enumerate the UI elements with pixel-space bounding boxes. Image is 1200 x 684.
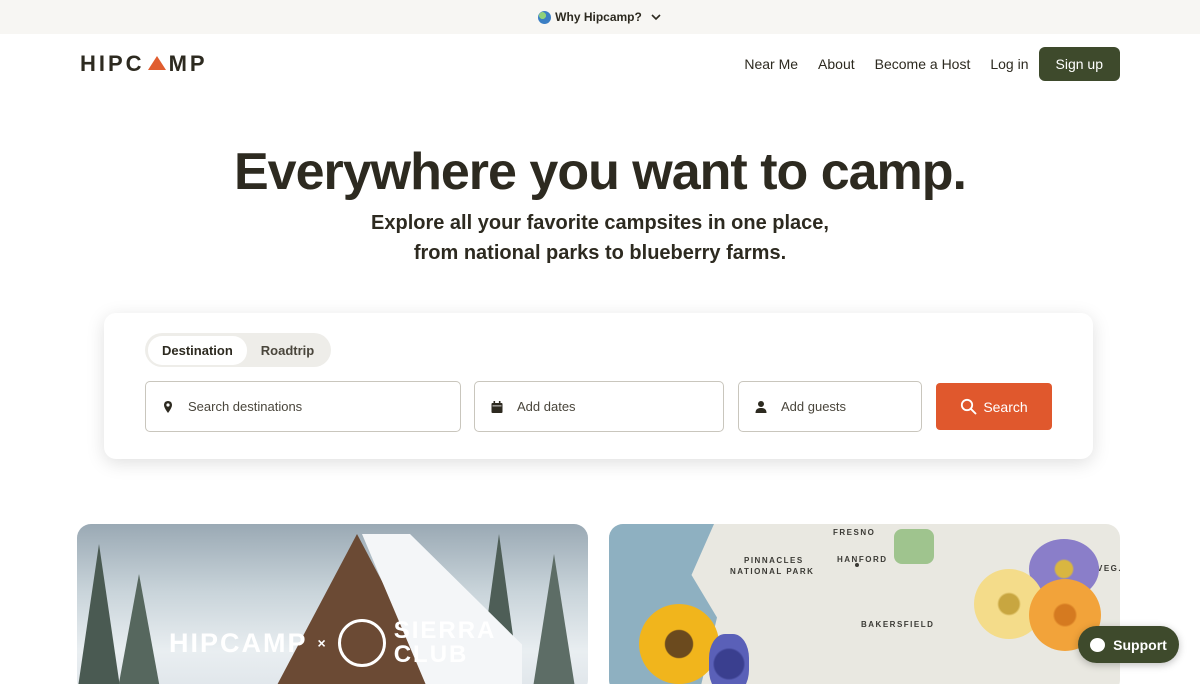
- pine-tree-graphic: [77, 544, 121, 684]
- search-button-label: Search: [983, 398, 1028, 415]
- map-label-veg: VEG.: [1097, 564, 1120, 573]
- promo-sierra-line: SIERRA: [393, 617, 497, 644]
- map-label-national-park: NATIONAL PARK: [730, 567, 815, 576]
- map-label-pinnacles: PINNACLES: [744, 556, 804, 565]
- banner-text: Why Hipcamp?: [555, 10, 642, 24]
- hero-subtitle-line-1: Explore all your favorite campsites in o…: [371, 212, 829, 234]
- chevron-down-icon: [651, 14, 661, 21]
- support-chat-button[interactable]: Support: [1078, 626, 1179, 663]
- map-pin-icon: [164, 400, 172, 413]
- promo-branding: HIPCAMP × SIERRA CLUB: [169, 619, 496, 667]
- logo-text-start: HIPC: [80, 51, 145, 76]
- promo-hipcamp-wordmark: HIPCAMP: [169, 627, 308, 658]
- search-mode-tabs: Destination Roadtrip: [145, 333, 332, 367]
- why-hipcamp-banner[interactable]: Why Hipcamp?: [0, 0, 1200, 34]
- site-header: HIPC MP Near Me About Become a Host Log i…: [0, 34, 1200, 94]
- wildflower-map-promo-card[interactable]: FRESNO PINNACLES NATIONAL PARK HANFORD B…: [609, 524, 1120, 684]
- promo-x-separator: ×: [317, 635, 328, 651]
- nav-become-host[interactable]: Become a Host: [875, 56, 971, 72]
- guests-placeholder: Add guests: [781, 399, 847, 414]
- hero-title: Everywhere you want to camp.: [233, 143, 967, 201]
- nav-near-me[interactable]: Near Me: [744, 56, 798, 72]
- search-button[interactable]: Search: [936, 383, 1052, 430]
- support-label: Support: [1113, 636, 1167, 653]
- yellow-flower-image: [639, 604, 719, 684]
- hero-subtitle: Explore all your favorite campsites in o…: [0, 208, 1200, 268]
- sign-up-button[interactable]: Sign up: [1038, 47, 1120, 81]
- pine-tree-graphic: [532, 554, 576, 684]
- destination-input[interactable]: Search destinations: [145, 381, 461, 432]
- guests-input[interactable]: Add guests: [738, 381, 922, 432]
- pine-tree-graphic: [117, 574, 161, 684]
- calendar-icon: [491, 400, 503, 413]
- nav-about[interactable]: About: [818, 56, 855, 72]
- tab-roadtrip[interactable]: Roadtrip: [247, 336, 328, 365]
- sierra-club-promo-card[interactable]: HIPCAMP × SIERRA CLUB: [77, 524, 588, 684]
- globe-icon: [538, 10, 552, 24]
- map-label-bakersfield: BAKERSFIELD: [861, 620, 935, 629]
- destination-placeholder: Search destinations: [188, 399, 303, 414]
- promo-club-line: CLUB: [393, 641, 469, 668]
- dates-placeholder: Add dates: [517, 399, 576, 414]
- person-icon: [755, 400, 767, 413]
- hipcamp-logo[interactable]: HIPC MP: [80, 51, 208, 77]
- logo-text-end: MP: [168, 51, 208, 76]
- map-label-fresno: FRESNO: [833, 528, 876, 537]
- tent-icon: [147, 56, 166, 70]
- map-label-hanford: HANFORD: [837, 555, 888, 564]
- sierra-club-logo-icon: [337, 619, 386, 667]
- lupine-flower-image: [709, 634, 749, 684]
- park-map-area: [894, 529, 934, 564]
- tab-destination[interactable]: Destination: [148, 335, 247, 365]
- nav-log-in[interactable]: Log in: [990, 56, 1028, 72]
- dates-input[interactable]: Add dates: [474, 381, 724, 432]
- search-card: Destination Roadtrip Search destinations…: [104, 313, 1093, 459]
- hero-subtitle-line-2: from national parks to blueberry farms.: [413, 242, 787, 264]
- promo-sierra-club-wordmark: SIERRA CLUB: [394, 619, 497, 667]
- main-nav: Near Me About Become a Host Log in Sign …: [724, 47, 1120, 81]
- search-icon: [961, 398, 977, 415]
- chat-bubble-icon: [1090, 637, 1106, 652]
